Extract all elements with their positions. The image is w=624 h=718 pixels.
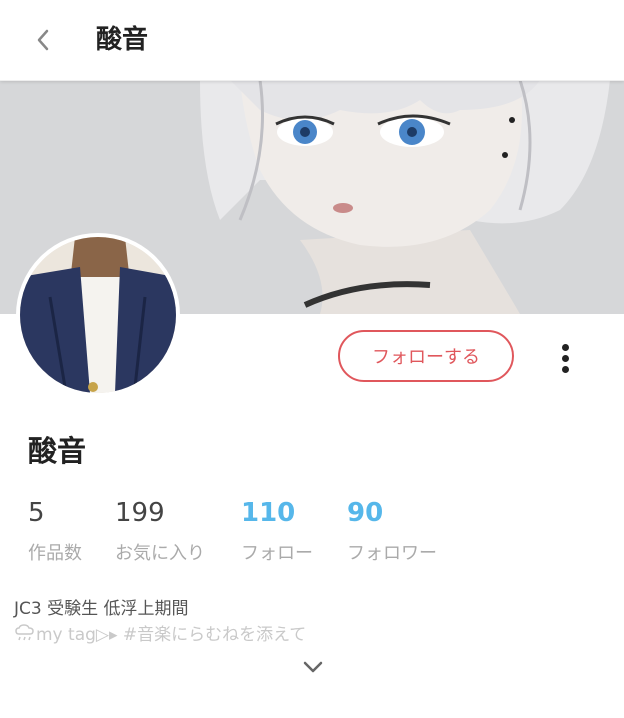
- more-options-button[interactable]: [552, 340, 578, 376]
- bio-line-2: my tag▷▸ #音楽にらむねを添えて: [14, 620, 306, 645]
- stat-following[interactable]: 110 フォロー: [241, 497, 313, 565]
- stat-label: フォロワー: [347, 543, 437, 564]
- stat-value: 110: [241, 498, 296, 528]
- expand-bio-button[interactable]: [300, 654, 326, 680]
- more-dot: [561, 365, 569, 373]
- stat-label: フォロー: [241, 543, 313, 564]
- stat-works: 5 作品数: [28, 497, 82, 565]
- bio-line-2-text: my tag▷▸ #音楽にらむねを添えて: [36, 625, 307, 645]
- stat-label: お気に入り: [115, 543, 205, 564]
- app-header: 酸音: [0, 0, 624, 81]
- chevron-down-icon: [303, 661, 323, 673]
- back-button[interactable]: [28, 22, 58, 58]
- avatar-photo: [20, 237, 176, 393]
- stat-label: 作品数: [28, 543, 82, 564]
- stat-favorites: 199 お気に入り: [115, 497, 205, 565]
- stat-value: 90: [347, 498, 384, 528]
- follow-button[interactable]: フォローする: [338, 330, 514, 382]
- profile-name: 酸音: [28, 434, 87, 468]
- bio-line-1: JC3 受験生 低浮上期間: [14, 599, 189, 619]
- cloud-rain-icon: [15, 624, 34, 641]
- more-vertical-icon: [561, 343, 569, 351]
- stat-value: 5: [28, 498, 45, 528]
- more-dot: [561, 354, 569, 362]
- page-title: 酸音: [96, 25, 149, 55]
- stat-value: 199: [115, 498, 165, 528]
- avatar[interactable]: [16, 233, 180, 397]
- stat-followers[interactable]: 90 フォロワー: [347, 497, 437, 565]
- chevron-left-icon: [37, 29, 49, 51]
